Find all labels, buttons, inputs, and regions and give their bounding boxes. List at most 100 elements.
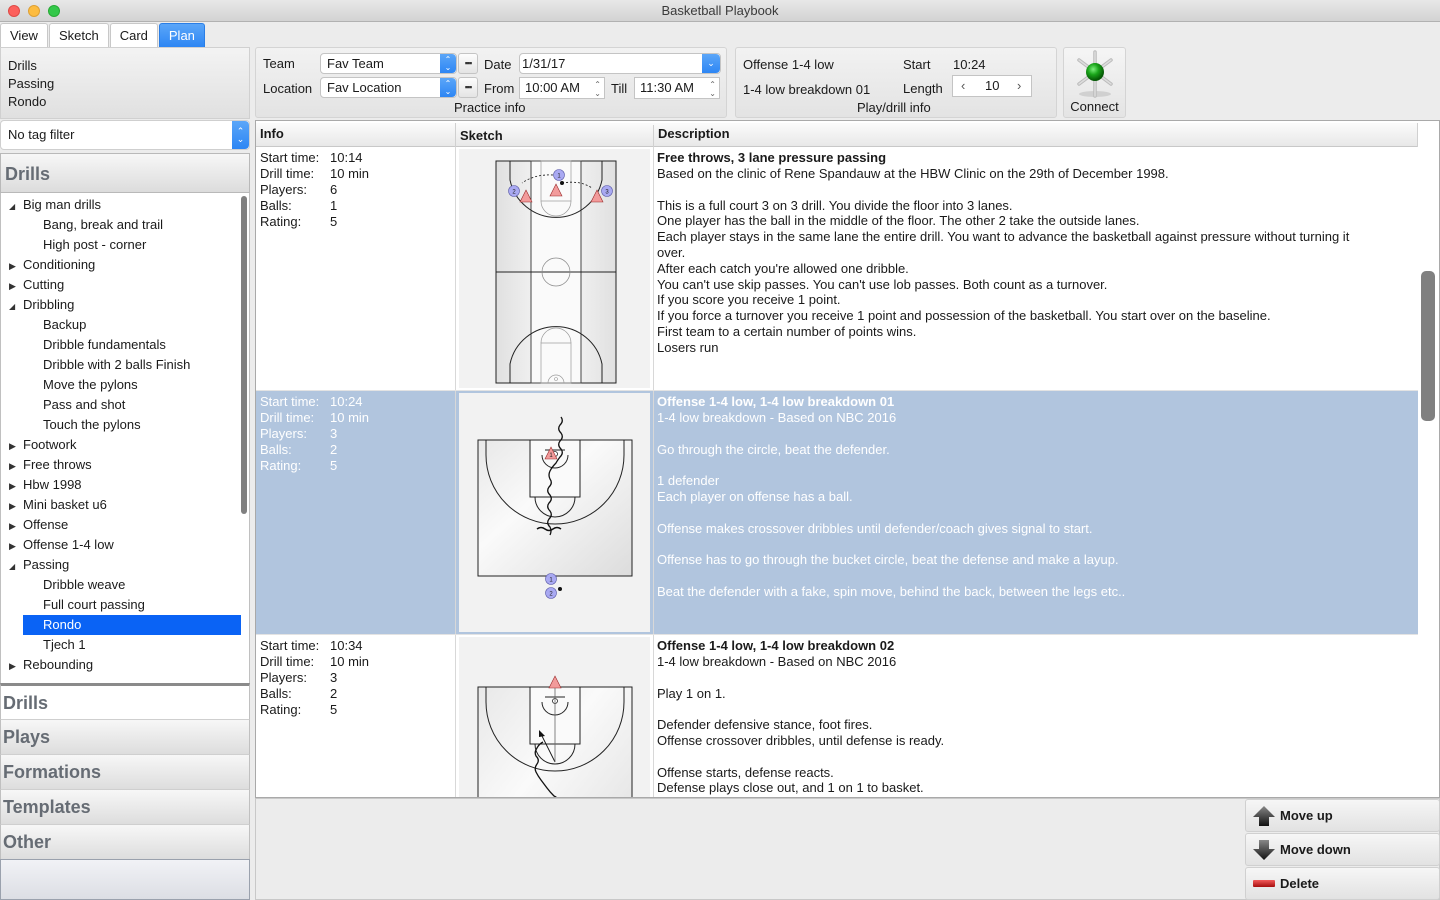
tree-folder[interactable]: ▶ Free throws: [9, 455, 92, 475]
category-templates[interactable]: Templates: [0, 790, 250, 825]
description-line: [657, 536, 1415, 552]
tree-item[interactable]: Touch the pylons: [23, 415, 141, 435]
disclosure-collapsed-icon[interactable]: ▶: [9, 436, 23, 456]
increment-icon[interactable]: ›: [1017, 76, 1021, 96]
from-time-stepper[interactable]: 10:00 AM ⌃ ⌄: [519, 77, 605, 99]
info-key: Rating:: [260, 458, 302, 473]
tree-folder[interactable]: ▶ Hbw 1998: [9, 475, 82, 495]
tree-item[interactable]: Rondo: [23, 615, 241, 635]
location-select[interactable]: Fav Location ⌃ ⌄: [320, 77, 457, 98]
sketch-background: 1 1 2: [459, 393, 650, 632]
disclosure-collapsed-icon[interactable]: ▶: [9, 516, 23, 536]
disclosure-collapsed-icon[interactable]: ▶: [9, 656, 23, 676]
move-down-button[interactable]: Move down: [1245, 833, 1440, 866]
court-diagram: [477, 675, 633, 797]
drills-section-header[interactable]: Drills: [0, 153, 250, 193]
location-more-button[interactable]: ▪▪▪: [458, 77, 478, 98]
sketch-cell[interactable]: 1 2 3: [456, 147, 654, 390]
start-label: Start: [903, 57, 931, 72]
column-header-sketch[interactable]: Sketch: [456, 125, 654, 149]
disclosure-expanded-icon[interactable]: ◢: [9, 297, 23, 317]
move-up-label: Move up: [1280, 808, 1333, 823]
team-more-button[interactable]: ▪▪▪: [458, 53, 478, 74]
tree-item[interactable]: Dribble with 2 balls Finish: [23, 355, 190, 375]
tree-folder[interactable]: ▶ Conditioning: [9, 255, 95, 275]
info-key: Start time:: [260, 638, 320, 653]
move-down-label: Move down: [1280, 842, 1351, 857]
description-line: [657, 182, 1415, 198]
info-value: 2: [330, 442, 338, 457]
disclosure-collapsed-icon[interactable]: ▶: [9, 476, 23, 496]
location-value: Fav Location: [327, 80, 402, 95]
tree-item[interactable]: Backup: [23, 315, 86, 335]
category-drills[interactable]: Drills: [0, 683, 250, 720]
tree-item[interactable]: Pass and shot: [23, 395, 125, 415]
info-line: Drill time: 10 min: [260, 166, 451, 182]
length-stepper[interactable]: ‹ 10 ›: [952, 75, 1032, 97]
sketch-cell[interactable]: [456, 635, 654, 797]
column-header-description[interactable]: Description: [654, 123, 1418, 147]
tree-folder[interactable]: ▶ Cutting: [9, 275, 64, 295]
tree-item[interactable]: Dribble weave: [23, 575, 125, 595]
table-row[interactable]: Start time: 10:34 Drill time: 10 min Players…: [256, 635, 1418, 797]
tree-item[interactable]: Bang, break and trail: [23, 215, 163, 235]
tree-item-label: Mini basket u6: [23, 497, 107, 512]
tree-item[interactable]: Move the pylons: [23, 375, 138, 395]
tree-scrollbar[interactable]: [241, 196, 247, 514]
table-row[interactable]: Start time: 10:14 Drill time: 10 min Players…: [256, 147, 1418, 391]
date-picker[interactable]: 1/31/17 ⌄: [519, 53, 721, 74]
disclosure-collapsed-icon[interactable]: ▶: [9, 496, 23, 516]
minimize-window-button[interactable]: [28, 5, 40, 17]
start-value: 10:24: [953, 57, 986, 72]
table-scrollbar[interactable]: [1420, 271, 1435, 421]
tree-folder[interactable]: ▶ Footwork: [9, 435, 76, 455]
main-tabs: View Sketch Card Plan: [0, 23, 206, 47]
description-line: Offense has to go through the bucket cir…: [657, 552, 1119, 568]
tree-folder[interactable]: ▶ Offense: [9, 515, 68, 535]
tab-plan[interactable]: Plan: [158, 23, 205, 47]
info-key: Balls:: [260, 442, 292, 457]
table-row[interactable]: Start time: 10:24 Drill time: 10 min Players…: [256, 391, 1418, 635]
info-line: Drill time: 10 min: [260, 410, 451, 426]
disclosure-expanded-icon[interactable]: ◢: [9, 197, 23, 217]
tree-folder[interactable]: ▶ Offense 1-4 low: [9, 535, 114, 555]
category-formations[interactable]: Formations: [0, 755, 250, 790]
tab-sketch[interactable]: Sketch: [48, 23, 109, 47]
tree-item[interactable]: High post - corner: [23, 235, 146, 255]
chevron-down-icon[interactable]: ⌄: [702, 54, 720, 73]
till-time-stepper[interactable]: 11:30 AM ⌃ ⌄: [634, 77, 720, 99]
team-select[interactable]: Fav Team ⌃ ⌄: [320, 53, 457, 74]
category-other[interactable]: Other: [0, 825, 250, 860]
description-line: Beat the defender with a fake, spin move…: [657, 583, 1126, 599]
disclosure-collapsed-icon[interactable]: ▶: [9, 456, 23, 476]
sketch-cell[interactable]: 1 1 2: [456, 391, 654, 634]
zoom-window-button[interactable]: [48, 5, 60, 17]
stepper-arrows-icon[interactable]: ⌃ ⌄: [594, 78, 601, 98]
tree-folder[interactable]: ◢ Big man drills: [9, 195, 101, 215]
move-up-button[interactable]: Move up: [1245, 799, 1440, 832]
tree-folder[interactable]: ◢ Passing: [9, 555, 69, 575]
connect-button[interactable]: Connect: [1063, 47, 1126, 118]
tab-card[interactable]: Card: [109, 23, 158, 47]
tree-folder[interactable]: ◢ Dribbling: [9, 295, 74, 315]
stepper-arrows-icon[interactable]: ⌃ ⌄: [709, 78, 716, 98]
tree-item[interactable]: Tjech 1: [23, 635, 86, 655]
disclosure-collapsed-icon[interactable]: ▶: [9, 276, 23, 296]
close-window-button[interactable]: [8, 5, 20, 17]
tree-item[interactable]: Full court passing: [23, 595, 145, 615]
tree-item-label: Pass and shot: [43, 397, 126, 412]
disclosure-expanded-icon[interactable]: ◢: [9, 557, 23, 577]
column-header-info[interactable]: Info: [256, 123, 456, 147]
disclosure-collapsed-icon[interactable]: ▶: [9, 536, 23, 556]
decrement-icon[interactable]: ‹: [961, 76, 965, 96]
info-line: Balls: 1: [260, 198, 451, 214]
tree-folder[interactable]: ▶ Rebounding: [9, 655, 93, 675]
delete-button[interactable]: Delete: [1245, 867, 1440, 900]
tab-view[interactable]: View: [0, 23, 48, 47]
table-scrollbar-thumb[interactable]: [1421, 271, 1435, 421]
disclosure-collapsed-icon[interactable]: ▶: [9, 256, 23, 276]
category-plays[interactable]: Plays: [0, 720, 250, 755]
tree-folder[interactable]: ▶ Mini basket u6: [9, 495, 107, 515]
tree-item[interactable]: Dribble fundamentals: [23, 335, 166, 355]
tag-filter-select[interactable]: No tag filter ⌃ ⌄: [0, 120, 250, 150]
